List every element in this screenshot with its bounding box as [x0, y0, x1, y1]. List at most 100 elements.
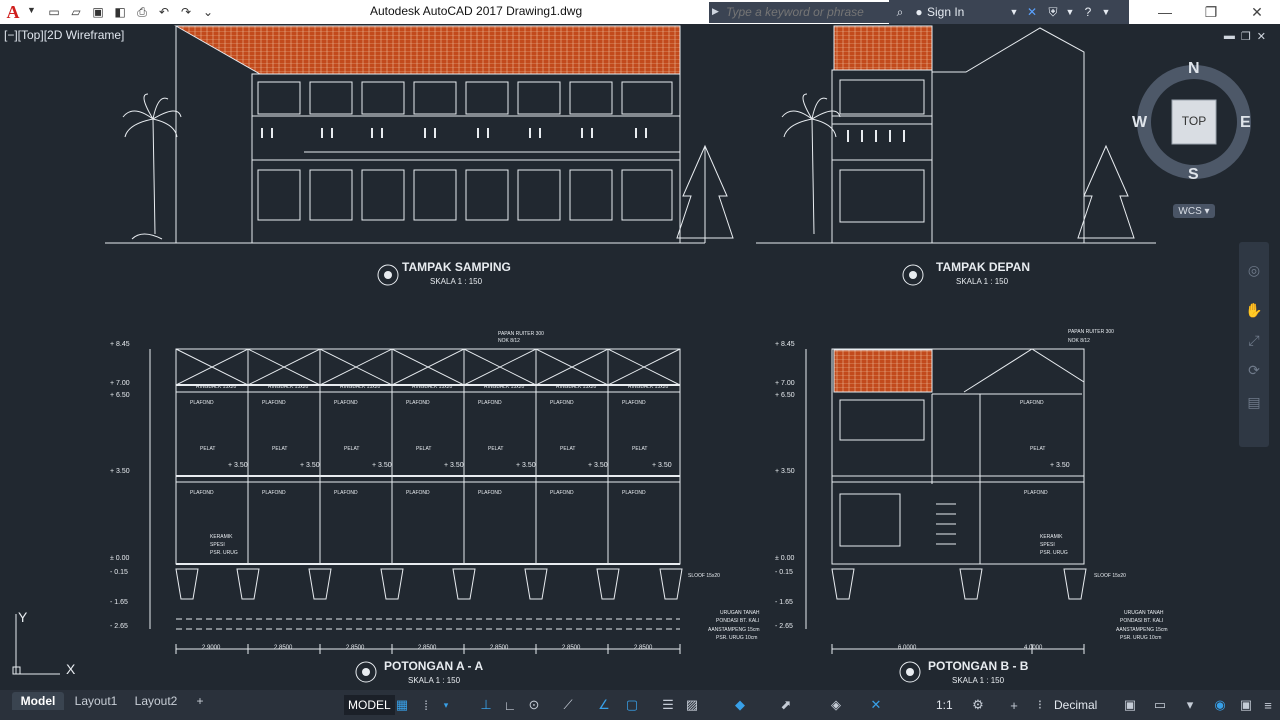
search-box[interactable]: ▶ [709, 2, 889, 23]
annotation-scale[interactable]: 1:1 [936, 695, 953, 715]
add-layout-button[interactable]: + [190, 692, 210, 710]
svg-text:PELAT: PELAT [1030, 446, 1045, 452]
units-display[interactable]: Decimal [1054, 695, 1097, 715]
isodraft-icon[interactable]: ⟋ [558, 695, 578, 715]
lock-ui-icon[interactable]: ▣ [1120, 695, 1140, 715]
svg-text:PLAFOND: PLAFOND [334, 400, 358, 406]
undo-icon[interactable]: ↶ [154, 2, 174, 22]
model-space-button[interactable]: MODEL [344, 695, 395, 715]
svg-text:PSR. URUG: PSR. URUG [210, 550, 238, 556]
help-dropdown-icon[interactable]: ▼ [1099, 0, 1113, 24]
svg-text:+ 8.45: + 8.45 [110, 341, 130, 348]
viewcube-east[interactable]: E [1240, 114, 1251, 132]
help-icon[interactable]: ? [1077, 0, 1099, 24]
ortho-icon[interactable]: ∟ [500, 695, 520, 715]
autocad-logo[interactable]: A [2, 1, 24, 23]
isolate-objects-icon[interactable]: ▾ [1180, 695, 1200, 715]
svg-text:PLAFOND: PLAFOND [550, 490, 574, 496]
3d-osnap-icon[interactable]: ⬈ [776, 695, 796, 715]
binoculars-icon[interactable]: ⌕ [889, 0, 911, 24]
hardware-acceleration-icon[interactable]: ▭ [1150, 695, 1170, 715]
svg-text:PELAT: PELAT [344, 446, 359, 452]
open-icon[interactable]: ▱ [66, 2, 86, 22]
grid-icon[interactable]: ▦ [392, 695, 412, 715]
tab-layout2[interactable]: Layout2 [130, 692, 182, 710]
viewcube-north[interactable]: N [1188, 60, 1200, 78]
search-arrow-icon[interactable]: ▶ [712, 6, 719, 17]
new-icon[interactable]: ▭ [44, 2, 64, 22]
svg-text:KERAMIK: KERAMIK [210, 534, 233, 540]
view3-scale: SKALA 1 : 150 [408, 676, 461, 685]
a360-icon[interactable]: ⛨ [1043, 0, 1063, 24]
infocenter-toolbar: ⌕ ● Sign In ▼ ✕ ⛨ ▼ ? ▼ [889, 0, 1129, 24]
close-icon[interactable]: ✕ [1234, 0, 1280, 24]
exchange-icon[interactable]: ✕ [1021, 0, 1043, 24]
view-title-front: TAMPAK DEPAN SKALA 1 : 150 [902, 260, 1030, 286]
save-icon[interactable]: ▣ [88, 2, 108, 22]
section-b-levels: + 8.45 + 7.00 + 6.50 + 3.50 ± 0.00 - 0.1… [775, 341, 795, 630]
snap-dropdown-icon[interactable]: ▾ [436, 695, 456, 715]
polar-icon[interactable]: ⊙ [524, 695, 544, 715]
svg-text:PLAFOND: PLAFOND [262, 490, 286, 496]
annotation-visibility-icon[interactable]: ✕ [866, 695, 886, 715]
lineweight-icon[interactable]: ☰ [658, 695, 678, 715]
sign-in-button[interactable]: Sign In [927, 0, 1007, 24]
maximize-icon[interactable]: ❐ [1188, 0, 1234, 24]
workspace-gear-icon[interactable]: ⚙ [968, 695, 988, 715]
tab-layout1[interactable]: Layout1 [70, 692, 122, 710]
svg-text:SLOOF 15x20: SLOOF 15x20 [1094, 573, 1126, 579]
search-input[interactable] [724, 4, 884, 20]
svg-text:AANSTAMPENG 15cm: AANSTAMPENG 15cm [708, 627, 760, 633]
infer-constraints-icon[interactable]: ⊥ [476, 695, 496, 715]
dynamic-ucs-icon[interactable]: ◈ [826, 695, 846, 715]
selection-cycling-icon[interactable]: ◆ [730, 695, 750, 715]
palm-tree-symbol-2 [781, 93, 841, 235]
plot-icon[interactable]: ⎙ [132, 2, 152, 22]
user-icon[interactable]: ● [911, 0, 927, 24]
ucs-y-label: Y [18, 609, 28, 625]
viewcube-south[interactable]: S [1188, 166, 1199, 184]
view-title-section-b: POTONGAN B - B SKALA 1 : 150 [899, 659, 1029, 685]
object-snap-tracking-icon[interactable]: ∠ [594, 695, 614, 715]
minimize-icon[interactable]: — [1142, 0, 1188, 24]
viewcube-west[interactable]: W [1132, 114, 1147, 132]
svg-text:+ 3.50: + 3.50 [444, 462, 464, 469]
a360-dropdown-icon[interactable]: ▼ [1063, 0, 1077, 24]
view-title-side: TAMPAK SAMPING SKALA 1 : 150 [377, 260, 511, 286]
svg-text:+ 3.50: + 3.50 [652, 462, 672, 469]
viewcube[interactable]: N S E W TOP [1132, 60, 1252, 184]
clean-screen-icon[interactable]: ◉ [1210, 695, 1230, 715]
menu-icon[interactable]: ≡ [1258, 695, 1278, 715]
quick-properties-icon[interactable]: ⁝ [1030, 695, 1050, 715]
svg-text:PLAFOND: PLAFOND [1020, 400, 1044, 406]
view1-scale: SKALA 1 : 150 [430, 277, 483, 286]
orbit-icon[interactable]: ⟳ [1244, 360, 1264, 380]
pan-icon[interactable]: ✋ [1244, 300, 1264, 320]
svg-text:PELAT: PELAT [560, 446, 575, 452]
svg-text:+ 7.00: + 7.00 [775, 380, 795, 387]
svg-text:RINGBALK 15x20: RINGBALK 15x20 [196, 384, 237, 390]
svg-text:NOK 8/12: NOK 8/12 [498, 338, 520, 344]
snap-icon[interactable]: ⁞ [416, 695, 436, 715]
annotation-monitor-icon[interactable]: + [1004, 695, 1024, 715]
wcs-menu[interactable]: WCS ▾ [1173, 204, 1215, 218]
svg-text:PLAFOND: PLAFOND [1024, 490, 1048, 496]
object-snap-icon[interactable]: ▢ [622, 695, 642, 715]
viewcube-top-face[interactable]: TOP [1172, 114, 1216, 128]
tab-model[interactable]: Model [12, 692, 64, 710]
transparency-icon[interactable]: ▨ [682, 695, 702, 715]
steering-wheel-icon[interactable]: ◎ [1244, 260, 1264, 280]
svg-text:PLAFOND: PLAFOND [622, 490, 646, 496]
drawing-viewport[interactable]: [−][Top][2D Wireframe] ▬ ❐ ✕ TAMPAK SAMP… [0, 24, 1280, 690]
sign-in-dropdown-icon[interactable]: ▼ [1007, 0, 1021, 24]
showmotion-icon[interactable]: ▤ [1244, 392, 1264, 412]
customization-icon[interactable]: ▣ [1236, 695, 1256, 715]
svg-text:PLAFOND: PLAFOND [478, 490, 502, 496]
svg-text:+ 3.50: + 3.50 [372, 462, 392, 469]
workspace-dropdown-icon[interactable]: ⌄ [198, 2, 218, 22]
zoom-icon[interactable]: ⤢ [1244, 330, 1264, 350]
application-menu-caret-icon[interactable]: ▼ [27, 5, 36, 15]
saveas-icon[interactable]: ◧ [110, 2, 130, 22]
redo-icon[interactable]: ↷ [176, 2, 196, 22]
svg-text:PELAT: PELAT [200, 446, 215, 452]
